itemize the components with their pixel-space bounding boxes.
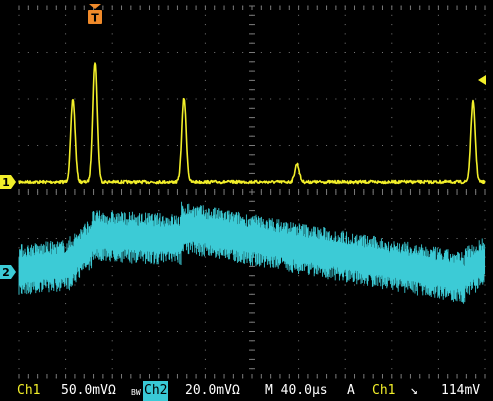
oscilloscope-screen: T 1 2 <box>0 0 493 381</box>
ch2-scale: 20.0mVΩ <box>185 383 240 398</box>
ch1-bw-indicator: BW <box>131 388 141 397</box>
screen-background <box>0 0 493 381</box>
trigger-mode: A <box>347 383 355 398</box>
ch1-scale: 50.0mVΩ <box>61 383 116 398</box>
timebase[interactable]: M 40.0µs <box>265 381 328 401</box>
trigger-slope-icon: ↘ <box>410 383 418 398</box>
status-bar: Ch1 50.0mVΩ BW Ch2 20.0mVΩ M 40.0µs A Ch… <box>0 381 493 401</box>
ch1-ground-label: 1 <box>2 176 10 189</box>
ch2-ground-label: 2 <box>2 266 10 279</box>
ch2-label[interactable]: Ch2 <box>143 381 169 401</box>
trigger-source[interactable]: Ch1 <box>372 381 395 401</box>
ch1-label[interactable]: Ch1 <box>17 381 40 401</box>
trigger-badge-label: T <box>91 12 99 25</box>
trigger-level[interactable]: 114mV <box>441 381 480 401</box>
